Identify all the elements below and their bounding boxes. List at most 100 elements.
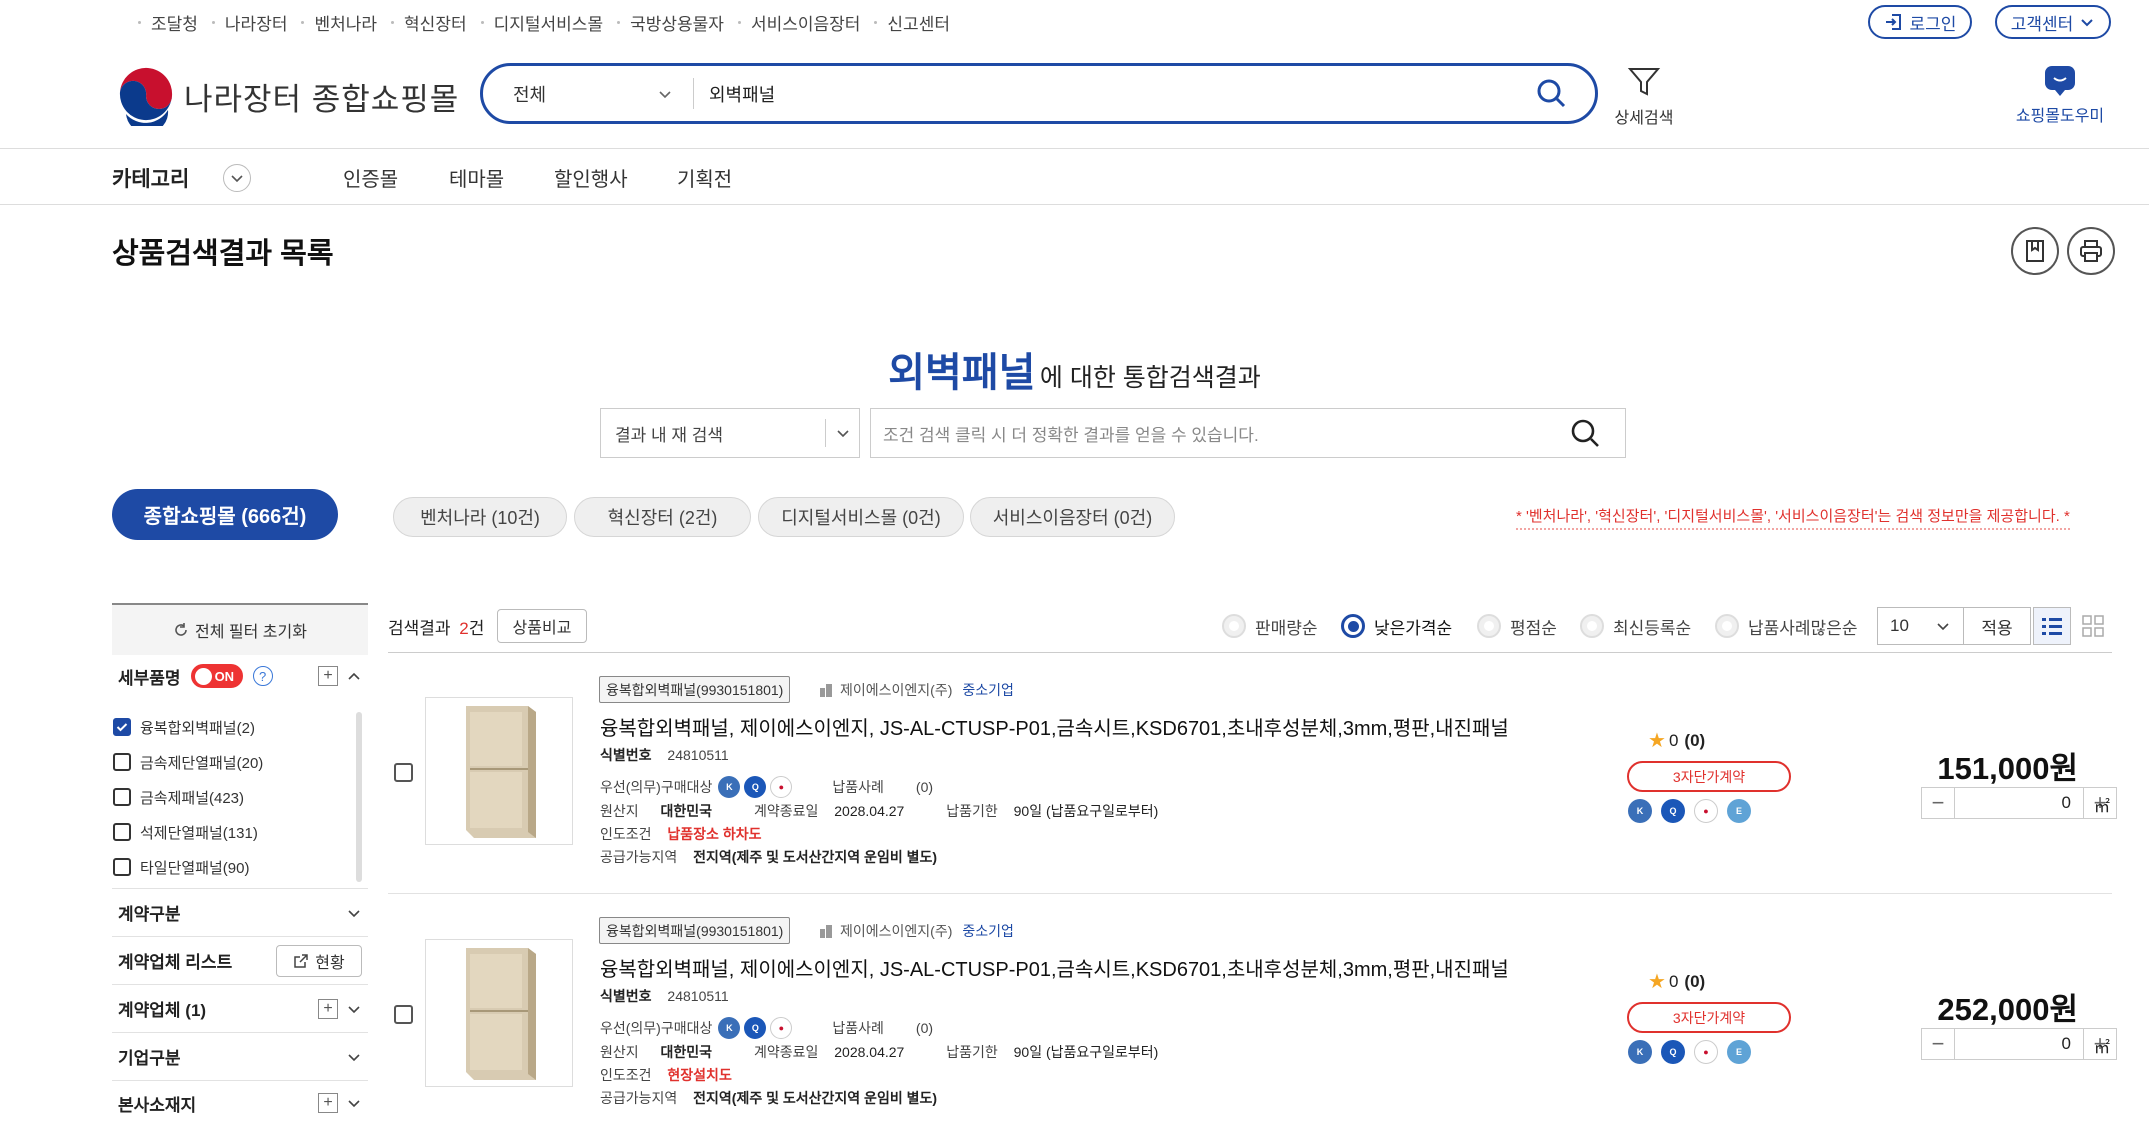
filter-contract-type[interactable]: 계약구분 — [112, 889, 368, 937]
nav-item-theme-mall[interactable]: 테마몰 — [449, 163, 504, 192]
filter-company-type[interactable]: 기업구분 — [112, 1033, 368, 1081]
vendor-status-button[interactable]: 현황 — [276, 944, 362, 977]
decrease-button[interactable]: − — [1922, 788, 1954, 818]
add-filter-button[interactable]: + — [318, 1093, 338, 1113]
page-size-select[interactable]: 10 — [1877, 607, 1964, 645]
print-button[interactable] — [2067, 227, 2115, 275]
sort-option-selected[interactable]: 낮은가격순 — [1341, 614, 1452, 638]
sort-option[interactable]: 납품사례많은순 — [1715, 614, 1857, 638]
sort-option[interactable]: 최신등록순 — [1580, 614, 1691, 638]
inner-search-input[interactable]: 조건 검색 클릭 시 더 정확한 결과를 얻을 수 있습니다. — [870, 408, 1626, 458]
product-row: 융복합외벽패널(9930151801) 제이에스이엔지(주) 중소기업 융복합외… — [388, 653, 2117, 893]
sort-option[interactable]: 판매량순 — [1222, 614, 1318, 638]
search-scope-select[interactable]: 전체 — [513, 66, 673, 121]
login-button[interactable]: 로그인 — [1868, 5, 1972, 39]
inner-search-scope-select[interactable]: 결과 내 재 검색 — [600, 408, 860, 458]
sort-option-label: 낮은가격순 — [1374, 618, 1453, 638]
filter-reset-button[interactable]: 전체 필터 초기화 — [112, 603, 368, 655]
advanced-search-button[interactable]: 상세검색 — [1608, 64, 1680, 128]
search-button[interactable] — [1535, 77, 1567, 109]
util-link[interactable]: 국방상용물자 — [603, 10, 724, 35]
terms-label: 인도조건 — [600, 1067, 652, 1083]
grid-view-button[interactable] — [2074, 607, 2112, 645]
filter-option[interactable]: 타일단열패널(90) — [113, 854, 249, 880]
filter-hq-location[interactable]: 본사소재지 + — [112, 1081, 368, 1125]
list-view-button[interactable] — [2033, 607, 2071, 645]
search-icon[interactable] — [1569, 417, 1601, 449]
category-toggle[interactable] — [223, 164, 252, 192]
radio[interactable] — [1580, 614, 1604, 638]
category-menu[interactable]: 카테고리 — [112, 163, 252, 193]
search-input[interactable]: 외벽패널 — [709, 66, 775, 121]
cert-badge-icon: K — [1628, 799, 1652, 823]
nav-item-certified-mall[interactable]: 인증몰 — [343, 163, 398, 192]
product-select-checkbox[interactable] — [394, 1005, 413, 1024]
filter-option[interactable]: 금속제패널(423) — [113, 784, 244, 810]
util-link[interactable]: 신고센터 — [860, 10, 950, 35]
tab-service-connect-mall[interactable]: 서비스이음장터 (0건) — [970, 497, 1175, 537]
product-thumbnail[interactable] — [425, 697, 573, 845]
tab-digital-service-mall[interactable]: 디지털서비스몰 (0건) — [758, 497, 964, 537]
cert-badge-icon: Q — [744, 1017, 767, 1039]
product-id: 식별번호 24810511 — [600, 745, 729, 765]
radio[interactable] — [1715, 614, 1739, 638]
utility-links: 조달청 나라장터 벤처나라 혁신장터 디지털서비스몰 국방상용물자 서비스이음장… — [124, 10, 950, 34]
decrease-button[interactable]: − — [1922, 1029, 1954, 1059]
tab-innovation-mall[interactable]: 혁신장터 (2건) — [574, 497, 751, 537]
filter-vendor[interactable]: 계약업체 (1) + — [112, 985, 368, 1033]
due-value: 90일 (납품요구일로부터) — [1013, 1044, 1159, 1060]
product-select-checkbox[interactable] — [394, 763, 413, 782]
quantity-unit: ㎡ — [2094, 799, 2111, 816]
util-link[interactable]: 나라장터 — [198, 10, 287, 35]
nav-item-discount-event[interactable]: 할인행사 — [554, 163, 628, 192]
filter-option[interactable]: 융복합외벽패널(2) — [113, 714, 255, 740]
tab-general-mall[interactable]: 종합쇼핑몰 (666건) — [112, 489, 338, 540]
filter-option[interactable]: 금속제단열패널(20) — [113, 749, 263, 775]
product-terms-row: 원산지 대한민국 계약종료일 2028.04.27 납품기한 90일 (납품요구… — [600, 801, 1158, 821]
radio-selected[interactable] — [1341, 614, 1365, 638]
shopping-helper-button[interactable]: 쇼핑몰도우미 — [2000, 64, 2120, 126]
tab-venture-mall[interactable]: 벤처나라 (10건) — [393, 497, 567, 537]
site-logo[interactable]: 나라장터 종합쇼핑몰 — [116, 66, 459, 126]
detail-item-toggle[interactable]: ON — [190, 664, 243, 688]
chevron-down-icon — [348, 909, 360, 917]
product-title[interactable]: 융복합외벽패널, 제이에스이엔지, JS-AL-CTUSP-P01,금속시트,K… — [600, 712, 1509, 741]
bookmark-button[interactable] — [2011, 227, 2059, 275]
vendor-name[interactable]: 제이에스이엔지(주) — [840, 680, 952, 700]
checkbox-checked[interactable] — [113, 718, 131, 736]
due-label: 납품기한 — [946, 1044, 998, 1060]
radio[interactable] — [1222, 614, 1246, 638]
help-icon[interactable]: ? — [252, 666, 273, 686]
filter-scrollbar[interactable] — [356, 712, 362, 882]
product-thumbnail[interactable] — [425, 939, 573, 1087]
util-link[interactable]: 조달청 — [124, 10, 198, 35]
quantity-unit: ㎡ — [2094, 1040, 2111, 1057]
checkbox[interactable] — [113, 858, 131, 876]
checkbox[interactable] — [113, 823, 131, 841]
chevron-up-icon[interactable] — [346, 668, 362, 684]
util-link[interactable]: 디지털서비스몰 — [467, 10, 603, 35]
add-filter-button[interactable]: + — [318, 998, 338, 1019]
quantity-input[interactable]: 0 — [1954, 788, 2084, 818]
product-title[interactable]: 융복합외벽패널, 제이에스이엔지, JS-AL-CTUSP-P01,금속시트,K… — [600, 953, 1509, 982]
nav-item-special-exhibition[interactable]: 기획전 — [677, 163, 732, 192]
rating-count: (0) — [1684, 730, 1706, 750]
checkbox[interactable] — [113, 753, 131, 771]
vendor-name[interactable]: 제이에스이엔지(주) — [840, 921, 952, 941]
add-filter-button[interactable]: + — [318, 666, 338, 686]
checkbox[interactable] — [113, 788, 131, 806]
util-link[interactable]: 서비스이음장터 — [724, 10, 860, 35]
vendor-info: 제이에스이엔지(주) 중소기업 — [818, 680, 1014, 700]
list-view-icon — [2042, 618, 2062, 635]
radio[interactable] — [1477, 614, 1501, 638]
compare-button[interactable]: 상품비교 — [497, 609, 587, 643]
filter-option[interactable]: 석제단열패널(131) — [113, 819, 258, 845]
sort-option[interactable]: 평점순 — [1477, 614, 1557, 638]
support-button[interactable]: 고객센터 — [1995, 5, 2111, 39]
cert-badge-icon: K — [718, 1017, 741, 1039]
quantity-input[interactable]: 0 — [1954, 1029, 2084, 1059]
util-link[interactable]: 혁신장터 — [377, 10, 467, 35]
apply-button[interactable]: 적용 — [1963, 607, 2031, 645]
main-search-bar: 전체 외벽패널 — [480, 63, 1598, 124]
util-link[interactable]: 벤처나라 — [287, 10, 377, 35]
